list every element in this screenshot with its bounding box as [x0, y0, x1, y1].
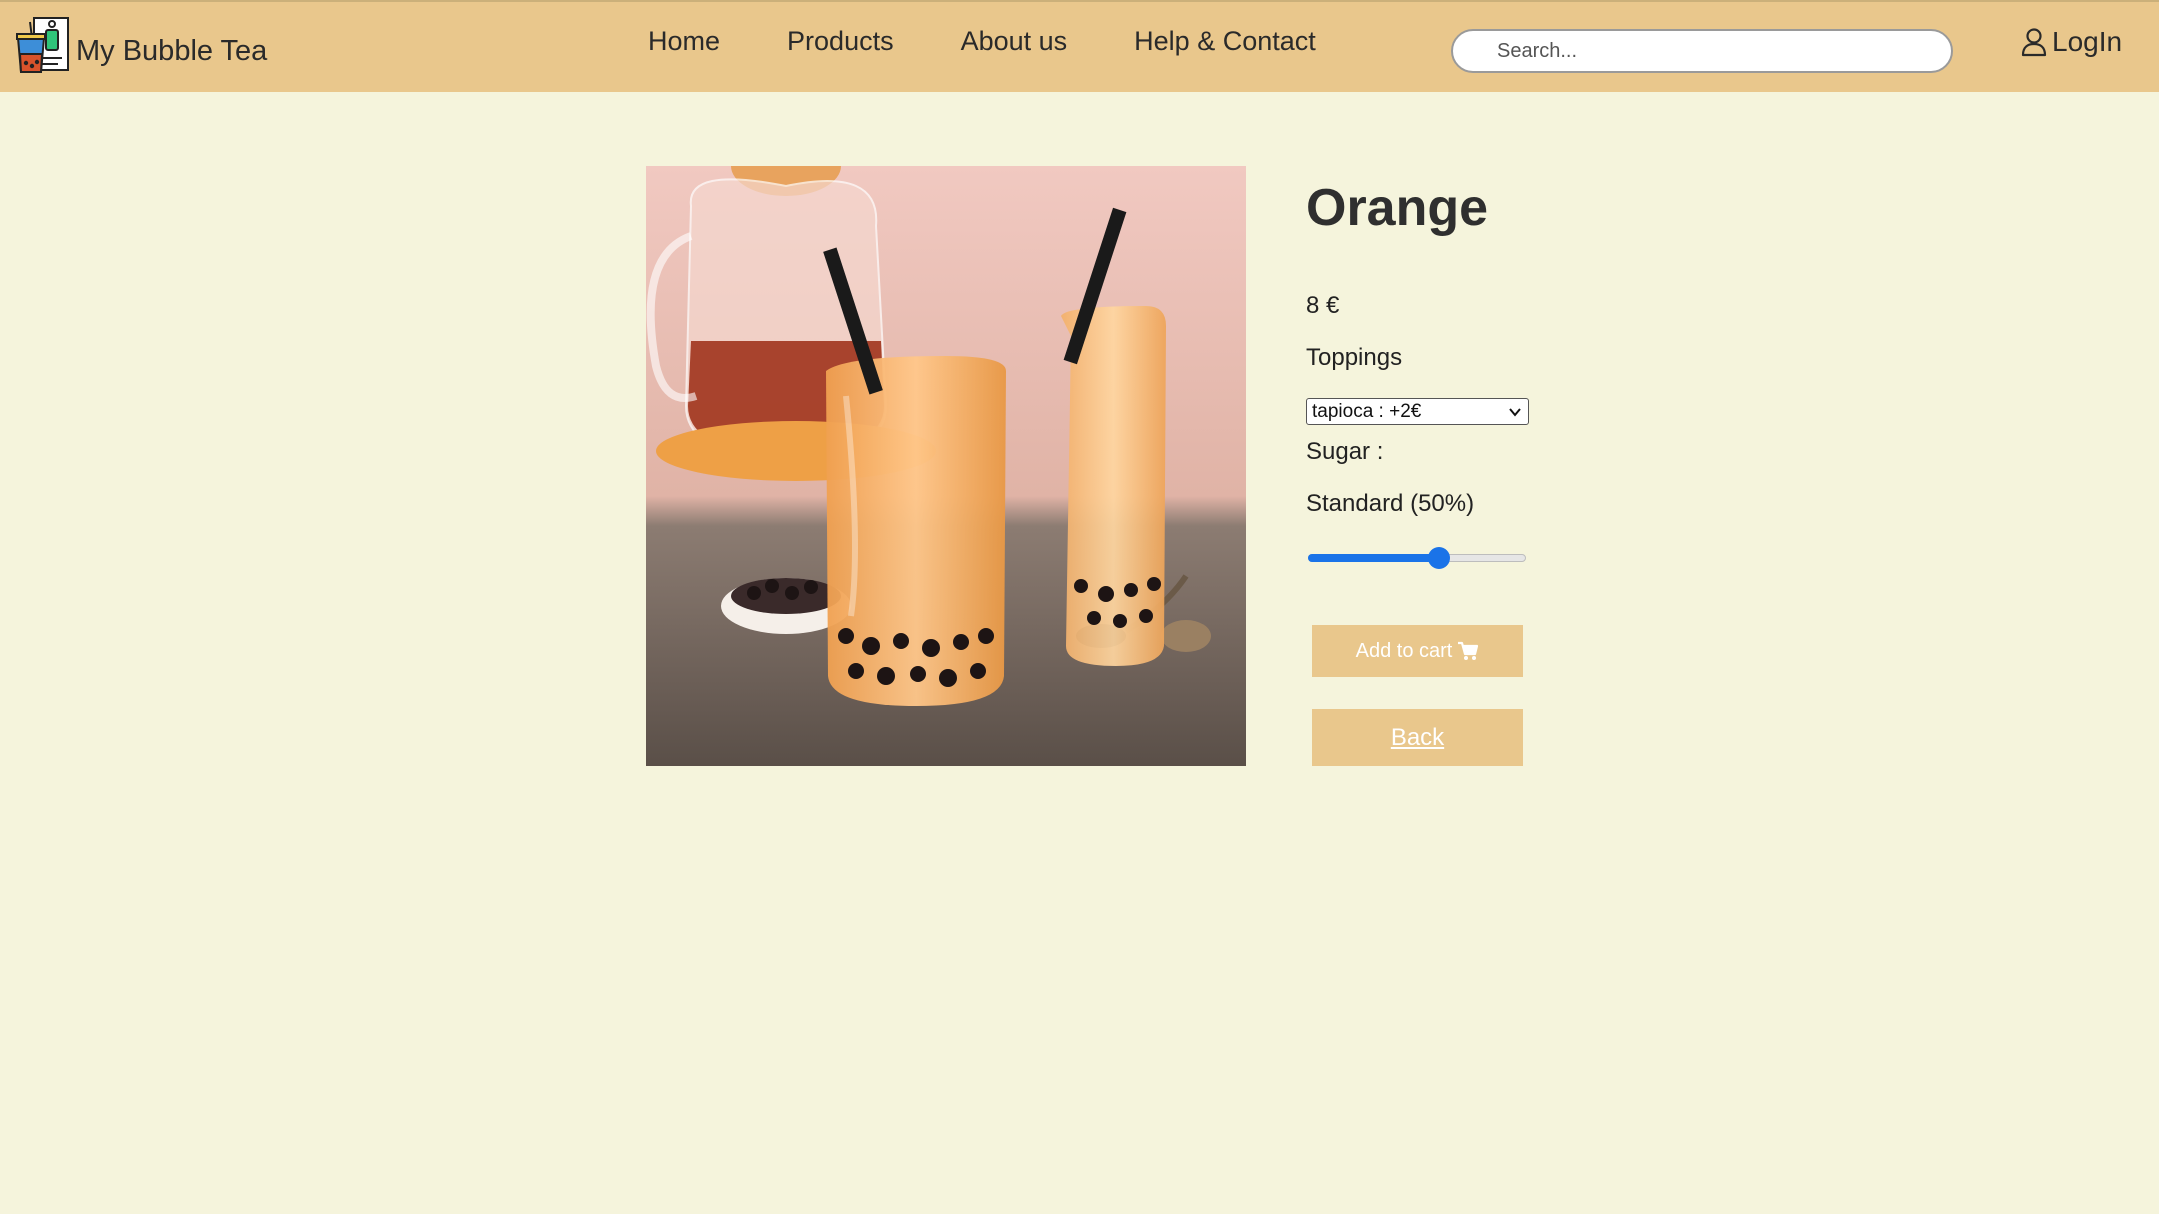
main-nav: Home Products About us Help & Contact: [648, 26, 1383, 57]
add-to-cart-label: Add to cart: [1355, 639, 1453, 662]
search-input[interactable]: [1451, 29, 1953, 73]
add-to-cart-button[interactable]: Add to cart: [1312, 625, 1523, 677]
nav-products-link[interactable]: Products: [787, 26, 894, 57]
bubble-tea-photo: [646, 166, 1246, 766]
nav-home-link[interactable]: Home: [648, 26, 720, 57]
navbar: My Bubble Tea Home Products About us Hel…: [0, 0, 2159, 92]
bubble-tea-menu-logo-icon: [16, 17, 69, 73]
user-icon: [2021, 28, 2047, 57]
login-label: LogIn: [2052, 26, 2123, 57]
nav-help-contact-link[interactable]: Help & Contact: [1134, 26, 1316, 57]
cart-icon: [1458, 641, 1479, 660]
product-image: [646, 166, 1246, 766]
brand[interactable]: My Bubble Tea: [16, 16, 267, 74]
slider-fill: [1308, 554, 1439, 562]
toppings-select[interactable]: tapioca : +2€: [1306, 398, 1529, 425]
toppings-selected-value: tapioca : +2€: [1312, 401, 1422, 422]
sugar-slider[interactable]: [1308, 547, 1526, 569]
nav-about-link[interactable]: About us: [961, 26, 1068, 57]
back-button[interactable]: Back: [1312, 709, 1523, 766]
toppings-label: Toppings: [1306, 344, 1403, 371]
slider-thumb[interactable]: [1427, 547, 1450, 569]
sugar-label: Sugar :: [1306, 438, 1384, 465]
brand-name: My Bubble Tea: [76, 34, 268, 67]
product-title: Orange: [1306, 179, 1489, 237]
sugar-level-label: Standard (50%): [1306, 490, 1475, 517]
chevron-down-icon: [1509, 408, 1521, 417]
login-link[interactable]: LogIn: [2020, 26, 2122, 58]
product-price: 8 €: [1306, 292, 1340, 319]
